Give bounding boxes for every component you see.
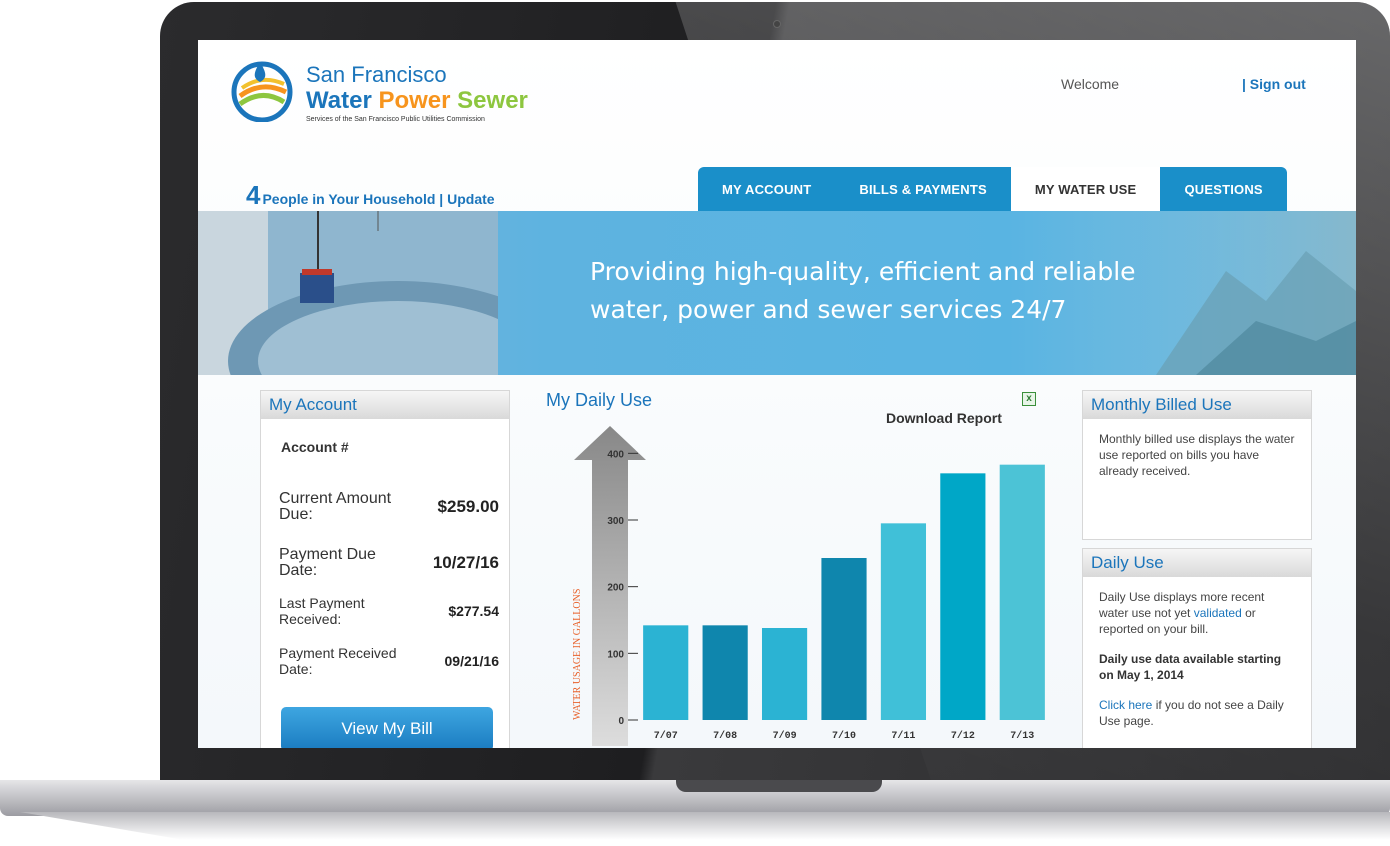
view-my-bill-button[interactable]: View My Bill [281,707,493,748]
current-amount-value: $259.00 [437,497,499,516]
daily-use-description: Daily Use displays more recent water use… [1099,589,1295,637]
x-tick-label: 7/07 [654,730,678,742]
dam-photo-icon [198,211,498,375]
daily-use-availability: Daily use data available starting on May… [1099,652,1282,682]
daily-use-chart: WATER USAGE IN GALLONS 0 100 200 300 400 7/0… [546,420,1058,748]
household-info[interactable]: 4 People in Your Household | Update [246,180,495,211]
brand-word-water: Water [306,87,372,114]
brand-tagline: Services of the San Francisco Public Uti… [306,116,485,123]
daily-use-panel: Daily Use Daily Use displays more recent… [1082,548,1312,748]
x-tick-label: 7/09 [773,730,797,742]
payment-received-row: Payment Received Date: 09/21/16 [279,645,499,677]
banner-line2: water, power and sewer services 24/7 [590,295,1067,324]
household-text: People in Your Household | Update [262,191,495,207]
y-tick-label: 100 [607,649,624,660]
bar-7-08[interactable] [702,625,748,720]
brand-line2: Water Power Sewer [306,87,528,115]
banner-line1: Providing high-quality, efficient and re… [590,257,1136,286]
account-number-label: Account # [281,439,349,455]
my-daily-use-title: My Daily Use [546,390,653,410]
brand-line1: San Francisco [306,62,447,87]
x-tick-label: 7/11 [891,730,915,742]
x-tick-label: 7/12 [951,730,975,742]
validated-link[interactable]: validated [1194,606,1242,620]
x-tick-label: 7/10 [832,730,856,742]
bars [643,464,1045,720]
excel-icon[interactable]: x [1022,392,1036,406]
y-tick-label: 400 [607,449,624,460]
click-here-link[interactable]: Click here [1099,698,1152,712]
payment-due-label: Payment Due Date: [279,546,376,579]
payment-due-value: 10/27/16 [432,553,499,572]
main-tabs: MY ACCOUNT BILLS & PAYMENTS MY WATER USE… [698,167,1287,211]
last-payment-value: $277.54 [448,603,499,619]
brand-word-sewer: Sewer [457,87,528,114]
my-account-panel: My Account Account # Current Amount Due:… [260,390,510,748]
my-account-title: My Account [261,391,509,419]
y-axis-label: WATER USAGE IN GALLONS [572,589,583,720]
payment-due-row: Payment Due Date: 10/27/16 [279,547,499,579]
y-tick-label: 200 [607,583,624,594]
bar-7-12[interactable] [940,473,986,720]
current-amount-row: Current Amount Due: $259.00 [279,491,499,523]
daily-use-help: Click here if you do not see a Daily Use… [1099,697,1295,729]
tab-my-water-use[interactable]: MY WATER USE [1010,167,1161,211]
camera-icon [773,20,781,28]
bar-7-11[interactable] [880,523,927,720]
screen: San Francisco Water Power Sewer Services… [198,40,1356,748]
payment-received-label: Payment Received Date: [279,645,397,677]
y-tick-label: 0 [618,716,624,727]
tab-bills-payments[interactable]: BILLS & PAYMENTS [835,167,1011,211]
daily-use-side-text: Daily Use displays more recent water use… [1083,577,1311,748]
current-amount-label: Current Amount Due: [279,490,392,523]
y-tick-label: 300 [607,516,624,527]
bar-7-07[interactable] [643,625,689,720]
brand-word-power: Power [378,87,451,114]
x-tick-labels: 7/07 7/08 7/09 7/10 7/11 7/12 7/13 [654,730,1035,742]
monthly-billed-use-panel: Monthly Billed Use Monthly billed use di… [1082,390,1312,540]
bar-7-09[interactable] [761,628,808,720]
monthly-billed-use-text: Monthly billed use displays the water us… [1099,432,1295,478]
daily-use-chart-svg: WATER USAGE IN GALLONS 0 100 200 300 400 7/0… [572,426,1045,746]
banner-slogan: Providing high-quality, efficient and re… [590,253,1136,329]
x-tick-label: 7/13 [1010,730,1034,742]
laptop-notch [676,780,882,792]
laptop-base-lip [20,812,1390,840]
tab-my-account[interactable]: MY ACCOUNT [698,167,836,211]
last-payment-label: Last Payment Received: [279,595,365,627]
tab-questions[interactable]: QUESTIONS [1160,167,1287,211]
sfpuc-logo-icon [231,61,293,122]
welcome-text: Welcome [1061,76,1120,92]
hero-banner: Providing high-quality, efficient and re… [198,211,1356,375]
x-tick-label: 7/08 [713,730,737,742]
daily-use-side-title: Daily Use [1083,549,1311,577]
signout-link[interactable]: | Sign out [1242,76,1306,92]
monthly-billed-use-title: Monthly Billed Use [1083,391,1311,419]
bar-7-10[interactable] [821,558,867,720]
payment-received-value: 09/21/16 [444,653,500,669]
household-count: 4 [246,180,261,210]
bar-7-13[interactable] [999,464,1045,720]
last-payment-row: Last Payment Received: $277.54 [279,595,499,627]
